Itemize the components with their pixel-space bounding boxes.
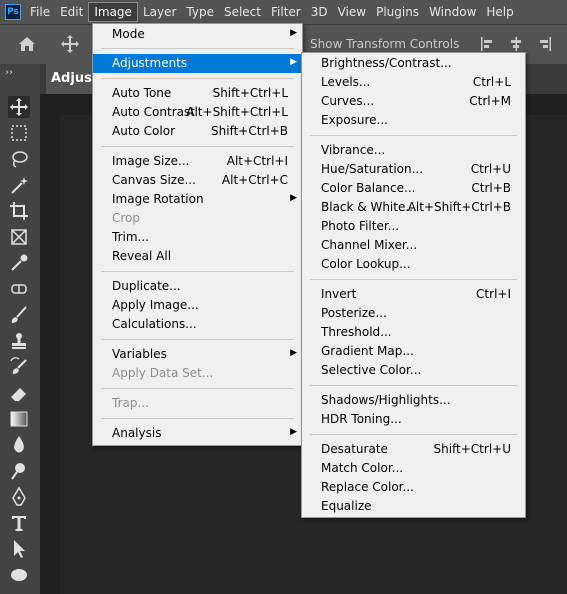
menu-bar: Ps File Edit Image Layer Type Select Fil… — [0, 0, 567, 24]
menu-item-image-rotation[interactable]: Image Rotation ▶ — [93, 190, 302, 209]
menu-separator — [310, 135, 517, 136]
menu-item-desaturate[interactable]: Desaturate Shift+Ctrl+U — [302, 440, 525, 459]
menu-item-crop[interactable]: Crop — [93, 209, 302, 228]
ellipse-tool-icon[interactable] — [8, 564, 30, 586]
submenu-arrow-icon: ▶ — [290, 57, 297, 67]
menu-separator — [101, 78, 294, 79]
menu-item-apply-image[interactable]: Apply Image... — [93, 296, 302, 315]
gradient-tool-icon[interactable] — [8, 408, 30, 430]
eraser-tool-icon[interactable] — [8, 382, 30, 404]
menu-separator — [101, 48, 294, 49]
eyedropper-tool-icon[interactable] — [8, 252, 30, 274]
menu-file[interactable]: File — [25, 2, 55, 22]
submenu-arrow-icon: ▶ — [290, 427, 297, 437]
menu-item-vibrance[interactable]: Vibrance... — [302, 141, 525, 160]
clone-stamp-tool-icon[interactable] — [8, 330, 30, 352]
dodge-tool-icon[interactable] — [8, 460, 30, 482]
history-brush-tool-icon[interactable] — [8, 356, 30, 378]
move-tool-icon[interactable] — [8, 96, 30, 118]
menu-3d[interactable]: 3D — [306, 2, 333, 22]
type-tool-icon[interactable] — [8, 512, 30, 534]
menu-item-trap[interactable]: Trap... — [93, 394, 302, 413]
lasso-tool-icon[interactable] — [8, 148, 30, 170]
menu-item-gradient-map[interactable]: Gradient Map... — [302, 342, 525, 361]
move-tool-preset-icon[interactable] — [60, 34, 80, 54]
photoshop-logo-icon: Ps — [5, 4, 21, 20]
menu-item-levels[interactable]: Levels... Ctrl+L — [302, 73, 525, 92]
menu-item-hdr-toning[interactable]: HDR Toning... — [302, 410, 525, 429]
menu-item-invert[interactable]: Invert Ctrl+I — [302, 285, 525, 304]
blur-tool-icon[interactable] — [8, 434, 30, 456]
menu-separator — [101, 418, 294, 419]
menu-image[interactable]: Image — [88, 2, 138, 22]
healing-brush-tool-icon[interactable] — [8, 278, 30, 300]
menu-item-photo-filter[interactable]: Photo Filter... — [302, 217, 525, 236]
submenu-arrow-icon: ▶ — [290, 348, 297, 358]
menu-item-reveal-all[interactable]: Reveal All — [93, 247, 302, 266]
brush-tool-icon[interactable] — [8, 304, 30, 326]
menu-item-apply-data-set[interactable]: Apply Data Set... — [93, 364, 302, 383]
menu-item-canvas-size[interactable]: Canvas Size... Alt+Ctrl+C — [93, 171, 302, 190]
menu-window[interactable]: Window — [424, 2, 481, 22]
menu-item-auto-color[interactable]: Auto Color Shift+Ctrl+B — [93, 122, 302, 141]
menu-help[interactable]: Help — [481, 2, 518, 22]
menu-plugins[interactable]: Plugins — [371, 2, 424, 22]
menu-item-hue-saturation[interactable]: Hue/Saturation... Ctrl+U — [302, 160, 525, 179]
menu-item-exposure[interactable]: Exposure... — [302, 111, 525, 130]
menu-item-image-size[interactable]: Image Size... Alt+Ctrl+I — [93, 152, 302, 171]
menu-item-color-lookup[interactable]: Color Lookup... — [302, 255, 525, 274]
menu-type[interactable]: Type — [181, 2, 219, 22]
align-left-icon[interactable] — [480, 36, 496, 52]
menu-separator — [101, 388, 294, 389]
menu-item-brightness-contrast[interactable]: Brightness/Contrast... — [302, 54, 525, 73]
frame-tool-icon[interactable] — [8, 226, 30, 248]
menu-item-color-balance[interactable]: Color Balance... Ctrl+B — [302, 179, 525, 198]
menu-item-auto-tone[interactable]: Auto Tone Shift+Ctrl+L — [93, 84, 302, 103]
pen-tool-icon[interactable] — [8, 486, 30, 508]
menu-item-variables[interactable]: Variables ▶ — [93, 345, 302, 364]
menu-item-replace-color[interactable]: Replace Color... — [302, 478, 525, 497]
menu-item-equalize[interactable]: Equalize — [302, 497, 525, 516]
menu-item-threshold[interactable]: Threshold... — [302, 323, 525, 342]
align-right-icon[interactable] — [536, 36, 552, 52]
menu-item-adjustments[interactable]: Adjustments ▶ — [93, 54, 302, 73]
menu-item-channel-mixer[interactable]: Channel Mixer... — [302, 236, 525, 255]
menu-view[interactable]: View — [333, 2, 371, 22]
image-menu: Mode ▶ Adjustments ▶ Auto Tone Shift+Ctrl+L… — [92, 23, 303, 446]
path-selection-tool-icon[interactable] — [8, 538, 30, 560]
menu-item-auto-contrast[interactable]: Auto Contrast Alt+Shift+Ctrl+L — [93, 103, 302, 122]
menu-item-duplicate[interactable]: Duplicate... — [93, 277, 302, 296]
menu-item-match-color[interactable]: Match Color... — [302, 459, 525, 478]
menu-item-trim[interactable]: Trim... — [93, 228, 302, 247]
submenu-arrow-icon: ▶ — [290, 28, 297, 38]
menu-item-selective-color[interactable]: Selective Color... — [302, 361, 525, 380]
menu-separator — [310, 434, 517, 435]
menu-item-black-white[interactable]: Black & White... Alt+Shift+Ctrl+B — [302, 198, 525, 217]
menu-item-shadows-highlights[interactable]: Shadows/Highlights... — [302, 391, 525, 410]
menu-item-posterize[interactable]: Posterize... — [302, 304, 525, 323]
magic-wand-tool-icon[interactable] — [8, 174, 30, 196]
collapse-toolbar-icon[interactable]: ›› — [5, 67, 13, 78]
menu-edit[interactable]: Edit — [55, 2, 88, 22]
menu-item-curves[interactable]: Curves... Ctrl+M — [302, 92, 525, 111]
submenu-arrow-icon: ▶ — [290, 193, 297, 203]
marquee-tool-icon[interactable] — [8, 122, 30, 144]
show-transform-controls-label[interactable]: Show Transform Controls — [310, 37, 459, 51]
menu-separator — [310, 385, 517, 386]
menu-separator — [101, 146, 294, 147]
menu-separator — [101, 271, 294, 272]
crop-tool-icon[interactable] — [8, 200, 30, 222]
home-icon[interactable] — [17, 34, 37, 54]
menu-select[interactable]: Select — [219, 2, 266, 22]
align-center-icon[interactable] — [508, 36, 524, 52]
menu-item-analysis[interactable]: Analysis ▶ — [93, 424, 302, 443]
menu-filter[interactable]: Filter — [266, 2, 306, 22]
menu-item-mode[interactable]: Mode ▶ — [93, 25, 302, 44]
menu-item-calculations[interactable]: Calculations... — [93, 315, 302, 334]
menu-separator — [310, 279, 517, 280]
adjustments-submenu: Brightness/Contrast... Levels... Ctrl+L C… — [301, 52, 526, 518]
menu-layer[interactable]: Layer — [138, 2, 181, 22]
menu-separator — [101, 339, 294, 340]
